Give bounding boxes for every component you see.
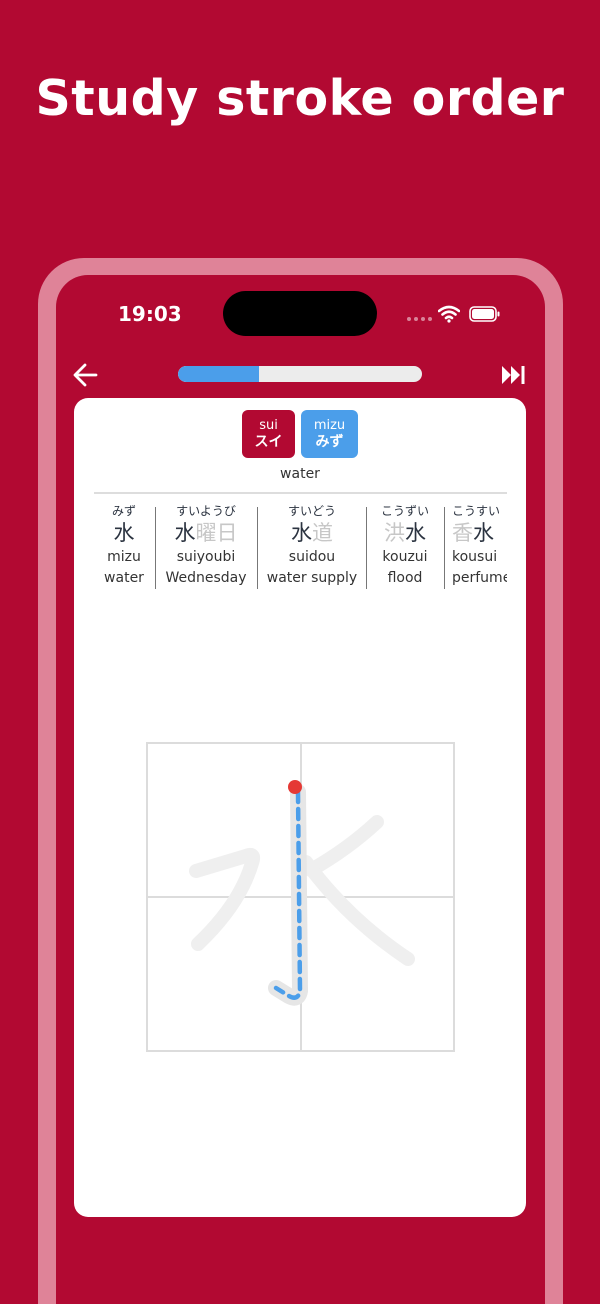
vocab-item[interactable]: すいようび 水曜日 suiyoubi Wednesday [158,503,254,587]
vocab-romaji: kouzui [382,549,428,565]
vocab-english: Wednesday [165,570,247,586]
vocab-separator [444,507,445,589]
vocab-word: 水曜日 [174,521,238,545]
vocab-furigana: すいどう [287,504,336,518]
vocab-item[interactable]: こうずい 洪水 kouzui flood [369,503,441,587]
vocab-furigana: こうずい [380,504,429,518]
vocab-english: water [104,570,144,586]
vocab-furigana: すいようび [176,504,236,518]
status-time: 19:03 [118,302,182,326]
vocab-item[interactable]: みず 水 mizu water [94,503,154,587]
lesson-progress-fill [178,366,259,382]
onyomi-romaji: sui [259,418,278,433]
vocab-word: 水 [113,521,135,545]
kunyomi-romaji: mizu [313,418,346,433]
vocab-romaji: kousui [452,549,498,565]
wifi-icon [438,305,460,323]
arrow-left-icon [73,363,98,387]
dynamic-island [223,291,377,336]
kanji-meaning: water [280,466,320,482]
onyomi-reading-chip[interactable]: sui スイ [242,410,295,458]
vocab-romaji: suidou [288,549,336,565]
vocab-separator [155,507,156,589]
vocab-item[interactable]: すいどう 水道 suidou water supply [260,503,364,587]
cellular-signal-icon [407,317,432,321]
skip-forward-icon [502,366,525,384]
back-button[interactable] [72,362,100,388]
vocab-english: flood [387,570,423,586]
vocab-word: 洪水 [384,521,426,545]
stroke-start-dot [288,780,302,794]
vocab-word: 水道 [291,521,333,545]
kunyomi-kana: みず [315,434,344,450]
vocab-item[interactable]: こうすい 香水 kousui perfume [452,503,507,587]
vocab-english: perfume [452,570,507,586]
vocab-romaji: suiyoubi [176,549,236,565]
vocab-word: 香水 [452,521,494,545]
vocab-romaji: mizu [107,549,141,565]
vocab-english: water supply [266,570,358,586]
divider [94,492,507,494]
vocab-separator [366,507,367,589]
lesson-progress-bar [178,366,422,382]
vocab-separator [257,507,258,589]
vocabulary-list[interactable]: みず 水 mizu water すいようび 水曜日 suiyoubi Wedne… [94,503,507,593]
onyomi-kana: スイ [254,434,283,450]
skip-button[interactable] [500,362,528,388]
stroke-guide-outline [268,784,308,1006]
kunyomi-reading-chip[interactable]: mizu みず [301,410,358,458]
stroke-practice-canvas[interactable] [146,742,455,1052]
screen-headline: Study stroke order [35,70,565,127]
battery-icon [469,306,500,322]
vocab-furigana: こうすい [452,504,501,518]
vocab-furigana: みず [111,504,136,518]
